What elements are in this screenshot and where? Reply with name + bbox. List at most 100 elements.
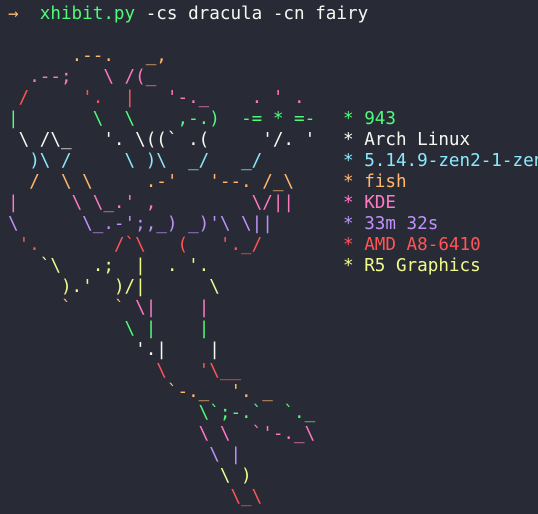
art-line: \ |	[8, 445, 315, 466]
shell-prompt: → xhibit.py -cs dracula -cn fairy	[8, 4, 368, 25]
art-segment: _/	[241, 151, 263, 171]
art-segment: '.|	[135, 340, 167, 360]
art-segment: . '.	[166, 256, 210, 276]
art-segment: . ' .	[251, 88, 305, 108]
art-segment	[93, 172, 146, 192]
art-segment: \/||	[251, 193, 295, 213]
art-segment	[40, 235, 114, 255]
info-value: 33m 32s	[364, 214, 439, 234]
art-segment	[135, 319, 146, 339]
art-segment: '.	[82, 88, 104, 108]
info-row-desktop-environment: * KDE	[343, 193, 538, 214]
art-segment	[93, 277, 114, 297]
art-segment	[8, 46, 72, 66]
art-line: \ \_.-';,_) _)'\ \||	[8, 214, 315, 235]
asterisk-bullet-icon: *	[343, 130, 354, 150]
art-segment: \_.-';,_) _)'\ \||	[82, 214, 273, 234]
art-segment	[61, 256, 93, 276]
asterisk-bullet-icon: *	[343, 151, 354, 171]
art-segment: |	[8, 109, 19, 129]
info-value: R5 Graphics	[364, 256, 481, 276]
art-segment: |	[230, 445, 242, 465]
art-segment: \	[156, 361, 167, 381]
art-line: \_\	[8, 487, 315, 508]
art-segment	[167, 361, 199, 381]
art-segment: '--. /_\	[209, 172, 295, 192]
terminal-window: → xhibit.py -cs dracula -cn fairy .--. _…	[0, 0, 538, 514]
art-line: '. /`\ ( '._/	[8, 235, 315, 256]
asterisk-bullet-icon: *	[343, 193, 354, 213]
art-segment	[40, 172, 61, 192]
art-segment: |	[198, 298, 210, 318]
art-segment: /	[18, 88, 30, 108]
art-line: \ )	[8, 466, 315, 487]
art-segment: )\ /	[29, 151, 72, 171]
art-segment: `	[60, 298, 72, 318]
art-segment: .;	[92, 256, 114, 276]
art-segment: '.	[18, 235, 40, 255]
art-segment	[114, 67, 125, 87]
art-segment: |	[209, 340, 220, 360]
art-segment: \ \	[60, 172, 93, 192]
art-segment: )/|	[113, 277, 146, 297]
art-segment: \	[219, 424, 231, 444]
art-segment	[8, 235, 19, 255]
art-segment	[8, 361, 156, 381]
art-segment	[167, 151, 188, 171]
art-segment: \	[198, 424, 210, 444]
art-segment	[8, 445, 209, 465]
art-segment: \ )	[219, 466, 252, 486]
art-line: \ '\__	[8, 361, 315, 382]
art-line: \ | |	[8, 319, 315, 340]
art-segment: |	[135, 256, 146, 276]
info-value: Arch Linux	[364, 130, 471, 150]
info-value: KDE	[364, 193, 396, 213]
art-segment	[8, 424, 199, 444]
art-segment: |	[8, 193, 19, 213]
art-line: / '. | '-._ . ' .	[8, 88, 315, 109]
art-segment	[8, 340, 135, 360]
art-segment: \_\	[230, 487, 263, 507]
art-segment	[72, 298, 114, 318]
art-segment: _,	[145, 46, 167, 66]
art-segment	[209, 382, 230, 402]
art-segment	[167, 340, 209, 360]
art-segment	[8, 277, 61, 297]
info-value: 943	[364, 109, 396, 129]
art-line: .--. _,	[8, 46, 315, 67]
art-line: `\ .; | . '.	[8, 256, 315, 277]
art-segment: '._/	[219, 235, 263, 255]
art-segment: \	[124, 109, 136, 129]
art-line: / \ \ .-' '--. /_\	[8, 172, 315, 193]
art-segment	[8, 319, 125, 339]
info-row-distro: * Arch Linux	[343, 130, 538, 151]
art-segment	[72, 130, 104, 150]
art-segment	[188, 235, 220, 255]
art-segment: `\	[39, 256, 61, 276]
art-segment: '. \((` .(	[103, 130, 210, 150]
art-segment: /`\	[113, 235, 146, 255]
art-segment: .--;	[29, 67, 72, 87]
asterisk-bullet-icon: *	[343, 256, 354, 276]
art-segment: \ /\_	[8, 130, 72, 150]
art-segment	[146, 277, 210, 297]
art-segment	[8, 403, 199, 423]
art-line: \ /\_ '. \((` .( '/. '	[8, 130, 316, 151]
art-segment: _/	[188, 151, 210, 171]
art-segment: \	[92, 109, 104, 129]
art-segment	[135, 109, 177, 129]
art-segment	[19, 214, 83, 234]
asterisk-bullet-icon: *	[343, 109, 354, 129]
art-segment	[209, 88, 251, 108]
art-line: .--; \ /(_	[8, 67, 315, 88]
art-segment: ).'	[60, 277, 93, 297]
art-segment: \`;-.`	[198, 403, 263, 423]
art-segment: |	[145, 319, 157, 339]
art-segment	[103, 109, 124, 129]
info-value: fish	[364, 172, 407, 192]
art-segment	[72, 67, 104, 87]
art-segment: \ )\	[124, 151, 167, 171]
art-segment: \	[103, 67, 114, 87]
art-segment: \|	[135, 298, 157, 318]
info-value: 5.14.9-zen2-1-zen	[364, 151, 538, 171]
